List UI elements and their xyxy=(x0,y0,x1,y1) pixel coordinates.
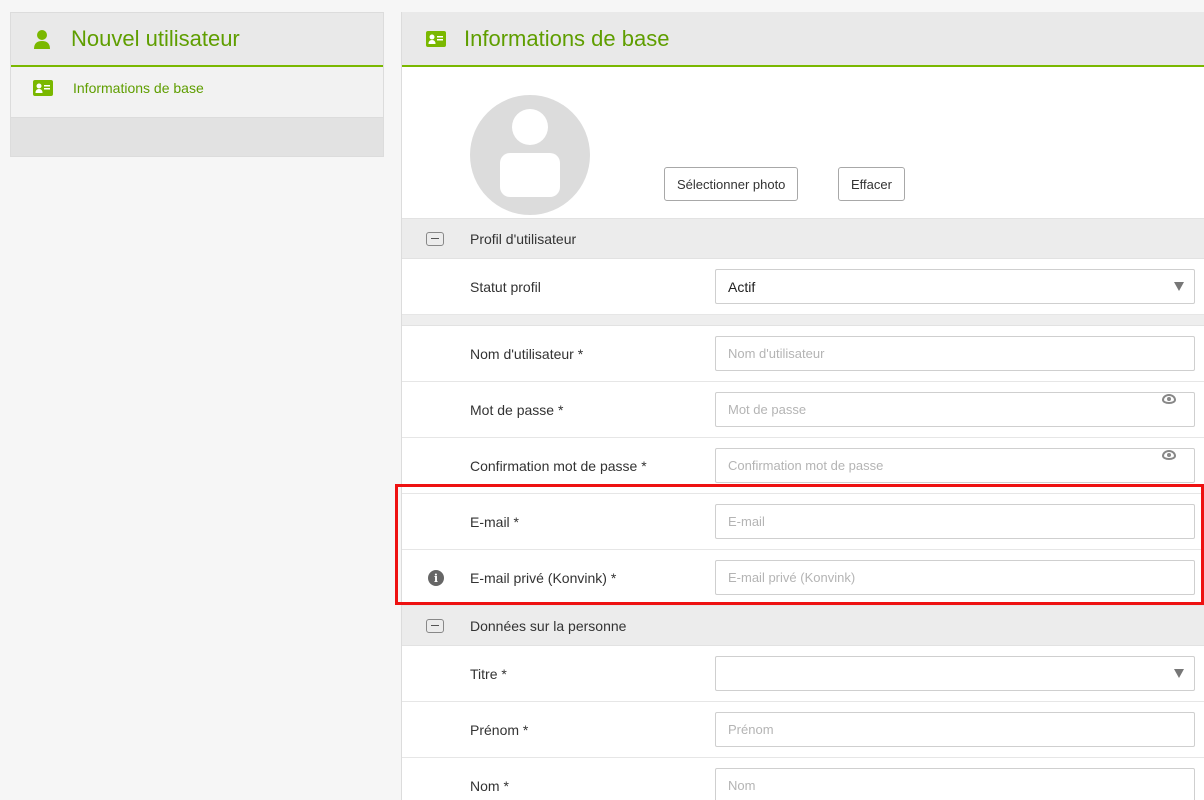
status-select[interactable]: Actif xyxy=(715,269,1195,304)
page-title: Informations de base xyxy=(464,25,670,51)
confirm-password-label: Confirmation mot de passe * xyxy=(470,458,647,474)
confirm-password-input[interactable] xyxy=(715,448,1195,483)
lastname-input[interactable] xyxy=(715,768,1195,800)
form-row-confirm-password: Confirmation mot de passe * xyxy=(402,438,1204,494)
form-row-status: Statut profil Actif xyxy=(402,259,1204,315)
firstname-input[interactable] xyxy=(715,712,1195,747)
username-label: Nom d'utilisateur * xyxy=(470,346,584,362)
sidebar-title: Nouvel utilisateur xyxy=(71,26,240,51)
clear-photo-button[interactable]: Effacer xyxy=(838,167,905,201)
password-input[interactable] xyxy=(715,392,1195,427)
sidebar: Nouvel utilisateur Informations de base xyxy=(10,12,384,157)
status-value: Actif xyxy=(728,278,756,295)
sidebar-header: Nouvel utilisateur xyxy=(11,13,383,67)
lastname-label: Nom * xyxy=(470,778,509,794)
section-header-profile[interactable]: Profil d'utilisateur xyxy=(402,219,1204,259)
select-photo-button[interactable]: Sélectionner photo xyxy=(664,167,799,201)
email-label: E-mail * xyxy=(470,514,520,530)
form-row-lastname: Nom * xyxy=(402,758,1204,800)
user-icon xyxy=(34,30,50,49)
collapse-icon[interactable] xyxy=(426,231,444,246)
status-label: Statut profil xyxy=(470,279,541,295)
form-row-title: Titre * xyxy=(402,646,1204,702)
form-row-password: Mot de passe * xyxy=(402,382,1204,438)
section-divider xyxy=(402,315,1204,326)
avatar-placeholder-icon xyxy=(470,95,590,215)
firstname-label: Prénom * xyxy=(470,722,529,738)
show-password-eye-icon[interactable] xyxy=(1162,394,1176,404)
section-title: Données sur la personne xyxy=(470,617,627,634)
dropdown-caret-icon xyxy=(1174,669,1184,678)
sidebar-item-label: Informations de base xyxy=(73,80,204,96)
collapse-icon[interactable] xyxy=(426,618,444,633)
main-header: Informations de base xyxy=(402,12,1204,67)
username-input[interactable] xyxy=(715,336,1195,371)
sidebar-item-basic-info[interactable]: Informations de base xyxy=(11,67,383,118)
form-row-email: E-mail * xyxy=(402,494,1204,550)
main-panel: Informations de base Sélectionner photo … xyxy=(401,12,1204,800)
info-icon[interactable]: i xyxy=(428,570,444,586)
form-row-private-email: i E-mail privé (Konvink) * xyxy=(402,550,1204,606)
sidebar-footer xyxy=(11,118,383,156)
show-confirm-password-eye-icon[interactable] xyxy=(1162,450,1176,460)
private-email-label: E-mail privé (Konvink) * xyxy=(470,570,617,586)
title-select[interactable] xyxy=(715,656,1195,691)
private-email-input[interactable] xyxy=(715,560,1195,595)
form-row-firstname: Prénom * xyxy=(402,702,1204,758)
form-row-username: Nom d'utilisateur * xyxy=(402,326,1204,382)
id-card-icon xyxy=(33,80,53,96)
password-label: Mot de passe * xyxy=(470,402,564,418)
photo-area: Sélectionner photo Effacer xyxy=(402,67,1204,219)
email-input[interactable] xyxy=(715,504,1195,539)
dropdown-caret-icon xyxy=(1174,282,1184,291)
id-card-icon xyxy=(426,30,446,47)
title-label: Titre * xyxy=(470,666,507,682)
section-header-person[interactable]: Données sur la personne xyxy=(402,606,1204,646)
section-title: Profil d'utilisateur xyxy=(470,230,577,247)
